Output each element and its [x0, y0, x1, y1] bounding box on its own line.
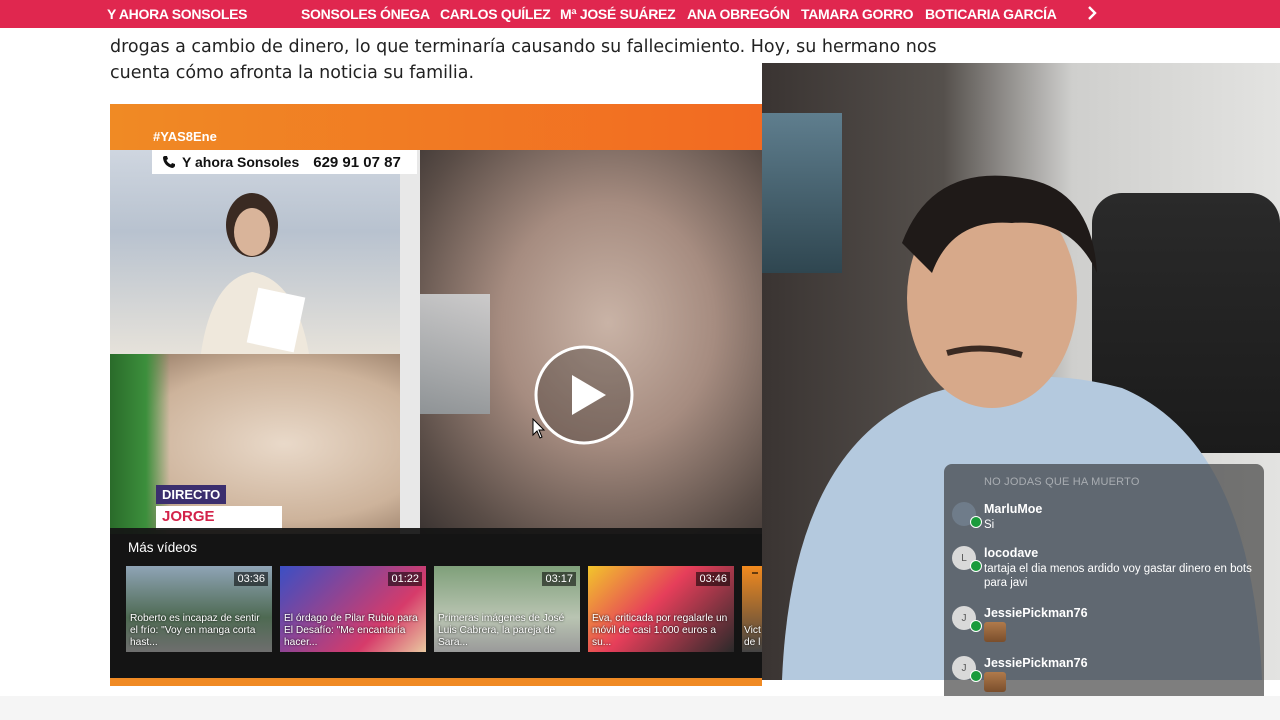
video-duration: 03:17 [542, 572, 576, 586]
video-caption: Eva, criticada por regalarle un móvil de… [592, 613, 728, 648]
stream-chat: NO JODAS QUE HA MUERTO MarluMoe Si L loc… [944, 464, 1264, 704]
video-duration: 03:46 [696, 572, 730, 586]
program-hashtag: #YAS8Ene [153, 129, 217, 144]
nav-item-maria-jose-suarez[interactable]: Mª JOSÉ SUÁREZ [560, 6, 676, 22]
video-caption: Primeras imágenes de José Luis Cabrera, … [438, 613, 565, 648]
subscriber-badge-icon [970, 620, 982, 632]
video-caption: Roberto es incapaz de sentir el frío: "V… [130, 613, 260, 648]
phone-number: 629 91 07 87 [313, 153, 401, 171]
window-light [420, 294, 490, 414]
nav-item-y-ahora-sonsoles[interactable]: Y AHORA SONSOLES [107, 6, 247, 22]
chat-faded-message: NO JODAS QUE HA MUERTO [984, 476, 1140, 488]
video-caption: Vict de l [744, 625, 761, 648]
mouse-cursor-icon [532, 418, 546, 439]
studio-feed [110, 150, 400, 354]
more-videos-title: Más vídeos [128, 540, 198, 555]
show-name: Y ahora Sonsoles [182, 154, 300, 170]
emote-icon [984, 672, 1006, 692]
presenter-figure [200, 193, 309, 354]
phone-strip: Y ahora Sonsoles 629 91 07 87 [152, 150, 417, 174]
chat-text: Si [984, 519, 995, 531]
page-bottom-area [0, 696, 1280, 720]
subscriber-badge-icon [970, 560, 982, 572]
video-thumbnail[interactable]: 03:46 Eva, criticada por regalarle un mó… [588, 566, 734, 652]
nav-item-carlos-quilez[interactable]: CARLOS QUÍLEZ [440, 6, 551, 22]
video-thumbnail[interactable]: Vict de l [742, 566, 762, 652]
video-player[interactable]: #YAS8Ene Y ahora Sonsoles 629 91 07 87 D… [110, 104, 762, 686]
emote-icon [984, 622, 1006, 642]
subscriber-badge-icon [970, 670, 982, 682]
video-duration [752, 572, 758, 574]
chat-text: tartaja el dia menos ardido voy gastar d… [984, 563, 1252, 589]
video-duration: 03:36 [234, 572, 268, 586]
video-caption: El órdago de Pilar Rubio para El Desafío… [284, 613, 418, 648]
chat-username: locodave [984, 546, 1039, 560]
more-videos-panel: Más vídeos 03:36 Roberto es incapaz de s… [110, 528, 762, 686]
split-divider [400, 150, 420, 534]
video-thumbnail[interactable]: 03:36 Roberto es incapaz de sentir el fr… [126, 566, 272, 652]
nav-item-ana-obregon[interactable]: ANA OBREGÓN [687, 6, 790, 22]
player-bottom-strip [110, 678, 762, 686]
video-thumbnail[interactable]: 03:17 Primeras imágenes de José Luis Cab… [434, 566, 580, 652]
play-icon[interactable] [534, 340, 634, 450]
chat-username: MarluMoe [984, 502, 1043, 516]
guest-name-tag: JORGE [156, 506, 282, 530]
phone-icon [163, 156, 175, 168]
subscriber-badge-icon [970, 516, 982, 528]
nav-item-sonsoles-onega[interactable]: SONSOLES ÓNEGA [301, 6, 430, 22]
chat-username: JessiePickman76 [984, 656, 1088, 670]
nav-item-boticaria-garcia[interactable]: BOTICARIA GARCÍA [925, 6, 1057, 22]
article-line: drogas a cambio de dinero, lo que termin… [110, 37, 937, 57]
live-tag: DIRECTO [156, 485, 227, 504]
video-duration: 01:22 [388, 572, 422, 586]
nav-item-tamara-gorro[interactable]: TAMARA GORRO [801, 6, 914, 22]
chat-username: JessiePickman76 [984, 606, 1088, 620]
top-nav-bar: Y AHORA SONSOLES SONSOLES ÓNEGA CARLOS Q… [0, 0, 1280, 28]
chevron-right-icon[interactable] [1083, 4, 1101, 22]
video-thumbnail[interactable]: 01:22 El órdago de Pilar Rubio para El D… [280, 566, 426, 652]
